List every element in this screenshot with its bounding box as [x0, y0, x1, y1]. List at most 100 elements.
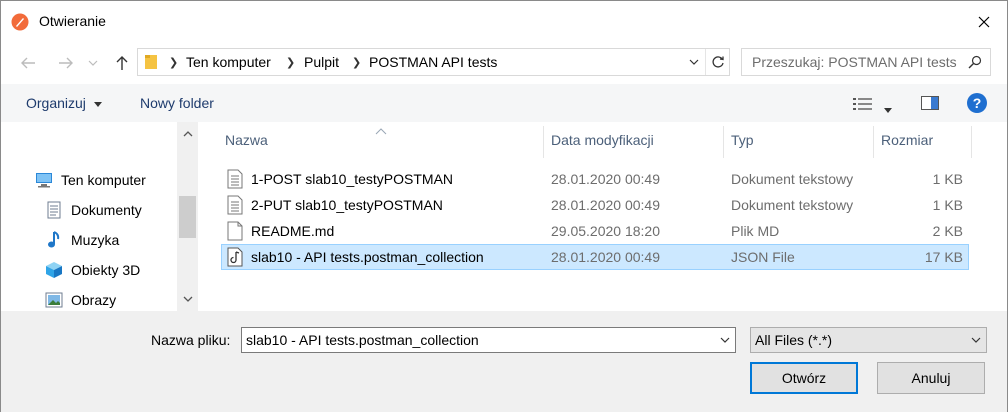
breadcrumb-separator-icon: ❯ — [352, 57, 362, 69]
column-header-size[interactable]: Rozmiar — [881, 122, 933, 158]
recent-locations-button[interactable] — [85, 51, 101, 75]
file-size: 2 KB — [932, 223, 963, 239]
sidebar-item-pictures[interactable]: Obrazy — [45, 287, 116, 313]
sidebar-item-documents[interactable]: Dokumenty — [45, 197, 142, 223]
address-bar[interactable]: ❯ Ten komputer ❯ Pulpit ❯ POSTMAN API te… — [137, 48, 730, 76]
documents-icon — [45, 201, 63, 219]
close-icon — [978, 16, 990, 28]
forward-button[interactable] — [53, 51, 79, 75]
folder-icon — [144, 54, 158, 73]
chevron-down-icon — [971, 337, 981, 343]
breadcrumb-this-pc[interactable]: Ten komputer — [186, 54, 271, 70]
organize-button[interactable]: Organizuj — [26, 95, 102, 111]
breadcrumb-current-folder[interactable]: POSTMAN API tests — [369, 54, 497, 70]
close-button[interactable] — [961, 1, 1007, 43]
text-document-icon — [227, 169, 243, 192]
scrollbar-thumb[interactable] — [179, 196, 196, 238]
help-icon[interactable]: ? — [967, 93, 987, 116]
sidebar-item-label: Muzyka — [71, 232, 120, 248]
refresh-icon — [711, 56, 724, 68]
address-history-dropdown[interactable] — [683, 49, 705, 75]
file-type: Dokument tekstowy — [731, 197, 854, 213]
back-button[interactable] — [15, 51, 41, 75]
column-header-date-modified[interactable]: Data modyfikacji — [551, 122, 654, 158]
preview-pane-icon[interactable] — [921, 96, 939, 113]
column-divider[interactable] — [971, 126, 972, 158]
file-size: 17 KB — [924, 249, 963, 265]
arrow-up-icon — [116, 56, 128, 70]
breadcrumb-desktop[interactable]: Pulpit — [304, 54, 339, 70]
file-row[interactable]: 2-PUT slab10_testyPOSTMAN 28.01.2020 00:… — [221, 192, 969, 218]
chevron-up-icon — [183, 131, 192, 137]
refresh-button[interactable] — [705, 49, 729, 75]
open-file-dialog: Otwieranie ❯ Ten komputer ❯ Pulpit ❯ POS… — [0, 0, 1008, 412]
navigation-pane: Ten komputer Dokumenty Muzyka Obiekty 3D — [1, 122, 198, 311]
search-icon — [968, 55, 982, 72]
cancel-button[interactable]: Anuluj — [877, 362, 985, 394]
app-compass-icon — [11, 13, 29, 31]
svg-text:?: ? — [973, 95, 982, 111]
file-type: JSON File — [731, 249, 795, 265]
filename-history-dropdown[interactable] — [714, 328, 736, 352]
scroll-up-button[interactable] — [177, 124, 198, 144]
breadcrumb-separator-icon: ❯ — [169, 57, 179, 69]
sidebar-item-3d-objects[interactable]: Obiekty 3D — [45, 257, 140, 283]
music-icon — [45, 231, 63, 249]
file-size: 1 KB — [932, 197, 963, 213]
chevron-down-icon — [720, 337, 730, 343]
arrow-left-icon — [21, 57, 35, 69]
text-document-icon — [227, 195, 243, 218]
filename-input[interactable]: slab10 - API tests.postman_collection — [246, 332, 479, 348]
up-button[interactable] — [109, 51, 135, 75]
column-header-name[interactable]: Nazwa — [225, 122, 268, 158]
sidebar-scrollbar[interactable] — [177, 122, 198, 311]
json-file-icon — [227, 247, 243, 270]
file-name: 1-POST slab10_testyPOSTMAN — [251, 171, 454, 187]
window-title: Otwieranie — [39, 13, 106, 29]
file-row[interactable]: 1-POST slab10_testyPOSTMAN 28.01.2020 00… — [221, 166, 969, 192]
file-name: 2-PUT slab10_testyPOSTMAN — [251, 197, 443, 213]
computer-icon — [35, 171, 53, 189]
caret-down-icon — [93, 101, 102, 107]
organize-label: Organizuj — [26, 95, 86, 111]
sort-ascending-icon — [375, 122, 387, 138]
column-divider[interactable] — [873, 126, 874, 158]
sidebar-item-label: Obrazy — [71, 292, 117, 308]
arrow-right-icon — [59, 57, 73, 69]
file-type-selected: All Files (*.*) — [755, 332, 833, 348]
file-row-selected[interactable]: slab10 - API tests.postman_collection 28… — [221, 244, 969, 270]
filename-label: Nazwa pliku: — [151, 332, 231, 348]
new-folder-button[interactable]: Nowy folder — [140, 95, 214, 111]
chevron-down-icon — [689, 59, 699, 65]
sidebar-item-label: Ten komputer — [61, 172, 146, 188]
file-name: slab10 - API tests.postman_collection — [251, 249, 484, 265]
file-icon — [227, 221, 243, 244]
sidebar-item-this-pc[interactable]: Ten komputer — [35, 167, 146, 193]
search-box[interactable]: Przeszukaj: POSTMAN API tests — [741, 48, 991, 76]
file-row[interactable]: README.md 29.05.2020 18:20 Plik MD 2 KB — [221, 218, 969, 244]
file-list: Nazwa Data modyfikacji Typ Rozmiar 1-POS… — [199, 122, 1007, 311]
file-date: 29.05.2020 18:20 — [551, 223, 660, 239]
view-options-icon[interactable] — [853, 97, 873, 113]
sidebar-item-label: Dokumenty — [71, 202, 142, 218]
search-input[interactable]: Przeszukaj: POSTMAN API tests — [752, 54, 957, 70]
open-button[interactable]: Otwórz — [750, 362, 858, 394]
column-divider[interactable] — [543, 126, 544, 158]
content-area: Ten komputer Dokumenty Muzyka Obiekty 3D — [1, 122, 1007, 311]
pictures-icon — [45, 291, 63, 309]
file-date: 28.01.2020 00:49 — [551, 197, 660, 213]
breadcrumb-separator-icon: ❯ — [286, 57, 296, 69]
sidebar-item-label: Obiekty 3D — [71, 262, 141, 278]
column-header-type[interactable]: Typ — [731, 122, 754, 158]
view-options-dropdown-icon[interactable] — [884, 100, 892, 116]
sidebar-item-music[interactable]: Muzyka — [45, 227, 119, 253]
file-type-select[interactable]: All Files (*.*) — [750, 327, 987, 353]
dialog-footer: Nazwa pliku: slab10 - API tests.postman_… — [1, 311, 1007, 412]
chevron-down-icon — [183, 296, 192, 302]
file-type-dropdown[interactable] — [965, 328, 987, 352]
chevron-down-icon — [88, 60, 98, 66]
filename-field[interactable]: slab10 - API tests.postman_collection — [241, 327, 736, 353]
column-divider[interactable] — [723, 126, 724, 158]
cube-3d-icon — [45, 261, 63, 279]
scroll-down-button[interactable] — [177, 289, 198, 309]
